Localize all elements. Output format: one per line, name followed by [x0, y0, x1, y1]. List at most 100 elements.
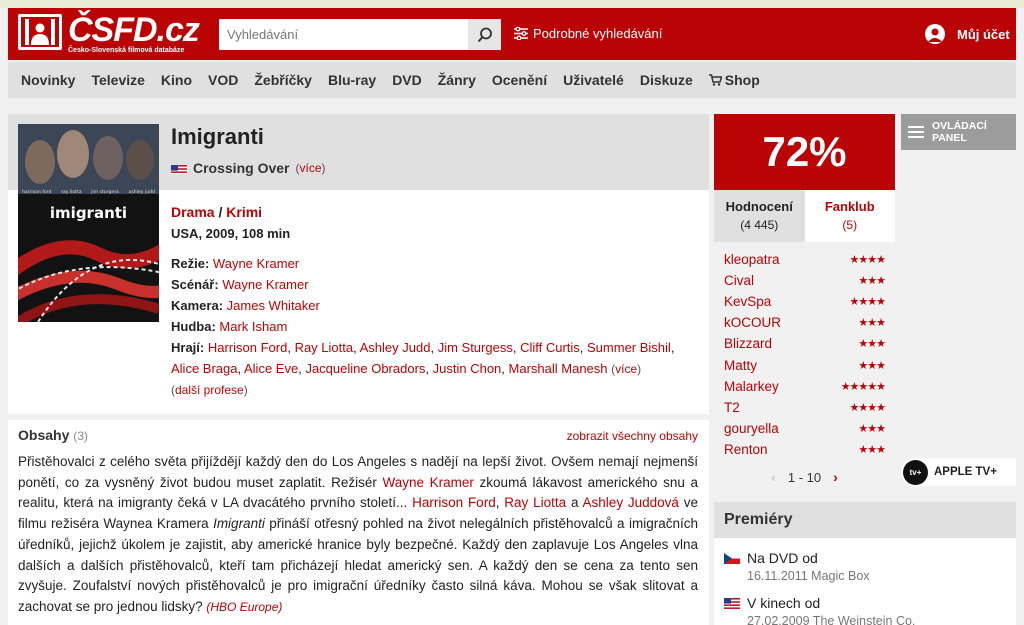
- nav-novinky[interactable]: Novinky: [21, 72, 75, 88]
- plot-person-link[interactable]: Ray Liotta: [504, 495, 566, 510]
- film-origin: USA, 2009, 108 min: [171, 226, 291, 241]
- nav-uzivatele[interactable]: Uživatelé: [563, 72, 624, 88]
- tab-ratings-label: Hodnocení: [725, 199, 793, 214]
- plot-person-link[interactable]: Harrison Ford: [412, 495, 496, 510]
- user-link[interactable]: gouryella: [724, 421, 779, 436]
- premieres-section: Premiéry Na DVD od 16.11.2011 Magic Box …: [714, 502, 1016, 625]
- star-rating: ★★★: [858, 422, 886, 435]
- genre-link[interactable]: Drama: [171, 204, 215, 220]
- plot-part: a: [566, 495, 583, 511]
- nav-televize[interactable]: Televize: [91, 72, 144, 88]
- site-logo[interactable]: ČSFD.cz Česko-Slovenská filmová databáze: [18, 11, 200, 56]
- nav-oceneni[interactable]: Ocenění: [492, 72, 547, 88]
- director-label: Režie:: [171, 256, 210, 271]
- user-rating-row: gouryella ★★★: [714, 418, 895, 439]
- appletv-logo-icon: tv+: [903, 459, 928, 485]
- plot-heading: Obsahy (3): [18, 427, 88, 443]
- user-rating-row: Malarkey ★★★★★: [714, 376, 895, 397]
- cast-more-link[interactable]: více: [615, 362, 637, 376]
- advanced-search-link[interactable]: Podrobné vyhledávání: [514, 26, 662, 41]
- more-professions: (další profese): [171, 383, 248, 397]
- nav-zanry[interactable]: Žánry: [438, 72, 476, 88]
- poster-name: ray liotta: [60, 190, 82, 195]
- next-page-icon[interactable]: ›: [833, 469, 838, 485]
- appletv-button[interactable]: tv+ APPLE TV+: [901, 458, 1016, 486]
- poster-name: jim sturgess: [91, 190, 120, 195]
- writer-link[interactable]: Wayne Kramer: [222, 277, 308, 292]
- star-rating: ★★★★: [849, 254, 886, 267]
- cast-link[interactable]: Marshall Manesh: [509, 361, 608, 376]
- nav-vod[interactable]: VOD: [208, 72, 238, 88]
- plot-count: (3): [73, 429, 88, 443]
- nav-dvd[interactable]: DVD: [392, 72, 422, 88]
- director-link[interactable]: Wayne Kramer: [213, 256, 299, 271]
- control-panel-button[interactable]: OVLÁDACÍ PANEL: [901, 114, 1016, 150]
- plot-source-link[interactable]: (HBO Europe): [206, 600, 282, 614]
- control-panel-label: OVLÁDACÍ PANEL: [932, 120, 987, 144]
- prev-page-icon[interactable]: ‹: [771, 469, 776, 485]
- poster-title: imigranti: [49, 204, 128, 222]
- search-button[interactable]: [468, 19, 501, 50]
- user-link[interactable]: Renton: [724, 442, 768, 457]
- user-link[interactable]: Malarkey: [724, 379, 779, 394]
- premiere-label: Na DVD od: [747, 550, 818, 566]
- cast-link[interactable]: Harrison Ford: [208, 340, 287, 355]
- more-professions-link[interactable]: další profese: [175, 383, 244, 397]
- more-titles-link[interactable]: více: [299, 161, 321, 175]
- top-strip: [0, 0, 1024, 8]
- nav-zebricky[interactable]: Žebříčky: [254, 72, 312, 88]
- cast-link[interactable]: Ray Liotta: [295, 340, 354, 355]
- nav-diskuze[interactable]: Diskuze: [640, 72, 693, 88]
- user-link[interactable]: T2: [724, 400, 740, 415]
- show-all-plots-link[interactable]: zobrazit všechny obsahy: [567, 429, 698, 443]
- tab-ratings[interactable]: Hodnocení (4 445): [714, 190, 805, 242]
- nav-shop[interactable]: Shop: [708, 72, 760, 88]
- cast-link[interactable]: Cliff Curtis: [520, 340, 580, 355]
- cast-link[interactable]: Ashley Judd: [360, 340, 431, 355]
- genre-link[interactable]: Krimi: [226, 204, 262, 220]
- cast-link[interactable]: Justin Chon: [433, 361, 502, 376]
- main-nav: Novinky Televize Kino VOD Žebříčky Blu-r…: [8, 62, 1016, 98]
- premiere-label-row: V kinech od: [724, 595, 1016, 611]
- music-label: Hudba:: [171, 319, 216, 334]
- plot-person-link[interactable]: Ashley Juddová: [583, 495, 679, 510]
- camera-link[interactable]: James Whitaker: [227, 298, 320, 313]
- star-rating: ★★★: [858, 317, 886, 330]
- film-title: Imigranti: [171, 124, 264, 149]
- user-link[interactable]: Blizzard: [724, 336, 772, 351]
- plot-person-link[interactable]: Wayne Kramer: [382, 475, 473, 490]
- user-link[interactable]: KevSpa: [724, 294, 771, 309]
- site-header: ČSFD.cz Česko-Slovenská filmová databáze…: [8, 8, 1016, 60]
- usa-flag-icon: [171, 163, 187, 174]
- plot-heading-label: Obsahy: [18, 427, 70, 443]
- user-link[interactable]: Cival: [724, 273, 754, 288]
- user-link[interactable]: Matty: [724, 358, 757, 373]
- tab-fanclub[interactable]: Fanklub (5): [804, 190, 895, 242]
- pager-range: 1 - 10: [787, 469, 822, 485]
- cast-link[interactable]: Alice Eve: [244, 361, 298, 376]
- nav-kino[interactable]: Kino: [161, 72, 192, 88]
- cast-link[interactable]: Summer Bishil: [587, 340, 671, 355]
- user-link[interactable]: kOCOUR: [724, 315, 781, 330]
- account-label: Můj účet: [957, 26, 1010, 42]
- film-poster[interactable]: harrison ford ray liotta jim sturgess as…: [18, 124, 159, 322]
- nav-bluray[interactable]: Blu-ray: [328, 72, 376, 88]
- cast-link[interactable]: Jacqueline Obradors: [305, 361, 425, 376]
- original-title-more: (více): [295, 161, 326, 175]
- star-rating: ★★★★: [849, 401, 886, 414]
- appletv-label: APPLE TV+: [934, 466, 997, 478]
- plot-part: ,: [495, 495, 505, 511]
- search-input[interactable]: [219, 19, 467, 50]
- cast-link[interactable]: Alice Braga: [171, 361, 237, 376]
- cast-more: (více): [611, 362, 642, 376]
- premiere-label-row: Na DVD od: [724, 550, 1016, 566]
- user-link[interactable]: kleopatra: [724, 252, 780, 267]
- rating-pager: ‹ 1 - 10 ›: [714, 469, 895, 485]
- poster-name: ashley judd: [128, 190, 155, 195]
- music-link[interactable]: Mark Isham: [219, 319, 287, 334]
- premiere-label: V kinech od: [747, 595, 821, 611]
- account-button[interactable]: Můj účet: [914, 8, 1016, 60]
- user-rating-list: kleopatra ★★★★ Cival ★★★ KevSpa ★★★★ kOCOUR…: [714, 249, 895, 460]
- cast-link[interactable]: Jim Sturgess: [438, 340, 513, 355]
- logo-subtitle: Česko-Slovenská filmová databáze: [68, 47, 185, 54]
